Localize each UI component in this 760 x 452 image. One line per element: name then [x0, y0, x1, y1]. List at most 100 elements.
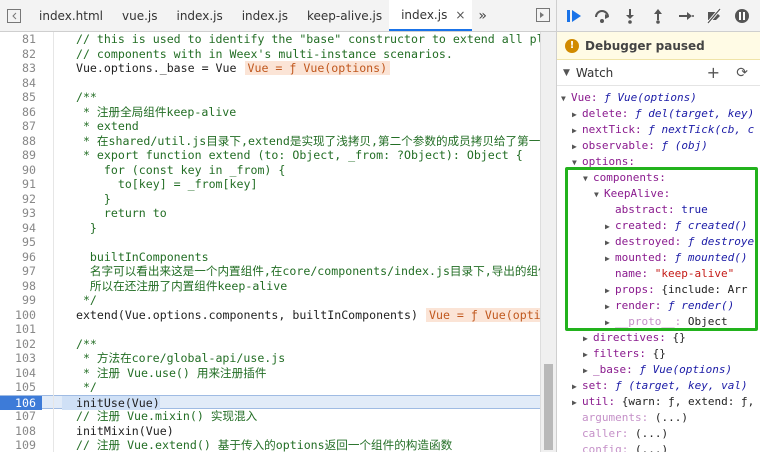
watch-tree-row[interactable]: ▶ _base: ƒ Vue(options) — [557, 362, 760, 378]
file-tab[interactable]: keep-alive.js — [295, 0, 389, 31]
collapsed-arrow-icon[interactable]: ▶ — [605, 299, 615, 315]
line-number[interactable]: 87 — [0, 119, 42, 134]
code-editor[interactable]: 81 // this is used to identify the "base… — [0, 32, 540, 452]
watch-tree-row[interactable]: ▶ created: ƒ created() — [557, 218, 760, 234]
watch-label: Watch — [575, 65, 614, 80]
code-line: 96 builtInComponents — [0, 250, 540, 265]
code-line: 94 } — [0, 221, 540, 236]
line-number[interactable]: 101 — [0, 322, 42, 337]
line-number[interactable]: 81 — [0, 32, 42, 47]
toggle-navigator-button[interactable] — [0, 0, 27, 31]
collapsed-arrow-icon[interactable]: ▶ — [572, 107, 582, 123]
toggle-debugger-icon[interactable] — [536, 8, 550, 22]
deactivate-breakpoints-button[interactable] — [705, 7, 723, 25]
line-number[interactable]: 93 — [0, 206, 42, 221]
line-number[interactable]: 99 — [0, 293, 42, 308]
line-number[interactable]: 89 — [0, 148, 42, 163]
line-number[interactable]: 103 — [0, 351, 42, 366]
refresh-watch-button[interactable]: ⟳ — [736, 65, 748, 81]
property-value: {warn: ƒ, extend: ƒ, — [621, 395, 755, 408]
file-tab[interactable]: index.html — [27, 0, 110, 31]
watch-tree-row[interactable]: arguments: (...) — [557, 410, 760, 426]
line-number[interactable]: 107 — [0, 409, 42, 424]
step-into-button[interactable] — [621, 7, 639, 25]
expanded-arrow-icon[interactable]: ▼ — [572, 155, 582, 171]
watch-tree-row[interactable]: ▶ nextTick: ƒ nextTick(cb, c — [557, 122, 760, 138]
file-tab[interactable]: index.js — [164, 0, 229, 31]
watch-section-header[interactable]: ▼ Watch + ⟳ — [557, 60, 760, 86]
watch-tree-row[interactable]: ▶ util: {warn: ƒ, extend: ƒ, — [557, 394, 760, 410]
watch-tree-row[interactable]: ▼ Vue: ƒ Vue(options) — [557, 90, 760, 106]
editor-scrollbar[interactable] — [540, 32, 556, 452]
collapsed-arrow-icon[interactable]: ▶ — [583, 347, 593, 363]
close-tab-icon[interactable]: × — [455, 8, 465, 22]
expanded-arrow-icon[interactable]: ▼ — [594, 187, 604, 203]
file-tab[interactable]: index.js × — [389, 0, 473, 31]
resume-button[interactable] — [565, 7, 583, 25]
watch-tree-row[interactable]: abstract: true — [557, 202, 760, 218]
line-number[interactable]: 84 — [0, 76, 42, 91]
line-number[interactable]: 83 — [0, 61, 42, 76]
collapsed-arrow-icon[interactable]: ▶ — [572, 123, 582, 139]
watch-tree-row[interactable]: ▼ options: — [557, 154, 760, 170]
watch-tree-row[interactable]: ▶ directives: {} — [557, 330, 760, 346]
file-tab[interactable]: vue.js — [110, 0, 165, 31]
line-number[interactable]: 86 — [0, 105, 42, 120]
line-number[interactable]: 100 — [0, 308, 42, 323]
code-line: 93 return to — [0, 206, 540, 221]
watch-tree-row[interactable]: ▶ destroyed: ƒ destroye — [557, 234, 760, 250]
collapsed-arrow-icon[interactable]: ▶ — [605, 315, 615, 331]
line-number[interactable]: 85 — [0, 90, 42, 105]
watch-tree-row[interactable]: ▶ __proto__: Object — [557, 314, 760, 330]
line-number[interactable]: 96 — [0, 250, 42, 265]
line-number[interactable]: 102 — [0, 337, 42, 352]
line-number[interactable]: 91 — [0, 177, 42, 192]
step-over-button[interactable] — [593, 7, 611, 25]
watch-tree-row[interactable]: ▶ render: ƒ render() — [557, 298, 760, 314]
watch-tree-row[interactable]: ▶ mounted: ƒ mounted() — [557, 250, 760, 266]
line-number[interactable]: 98 — [0, 279, 42, 294]
expanded-arrow-icon[interactable]: ▼ — [583, 171, 593, 187]
watch-tree-row[interactable]: ▶ observable: ƒ (obj) — [557, 138, 760, 154]
line-number[interactable]: 92 — [0, 192, 42, 207]
line-number[interactable]: 104 — [0, 366, 42, 381]
line-number[interactable]: 106 — [0, 395, 42, 410]
line-number[interactable]: 82 — [0, 47, 42, 62]
line-number[interactable]: 94 — [0, 221, 42, 236]
watch-tree-row[interactable]: caller: (...) — [557, 426, 760, 442]
line-number[interactable]: 109 — [0, 438, 42, 452]
line-number[interactable]: 105 — [0, 380, 42, 395]
watch-tree-row[interactable]: ▶ delete: ƒ del(target, key) — [557, 106, 760, 122]
line-number[interactable]: 97 — [0, 264, 42, 279]
collapsed-arrow-icon[interactable]: ▶ — [605, 283, 615, 299]
collapsed-arrow-icon[interactable]: ▶ — [605, 251, 615, 267]
line-number[interactable]: 90 — [0, 163, 42, 178]
watch-tree-row[interactable]: ▶ props: {include: Arr — [557, 282, 760, 298]
more-tabs-button[interactable]: » — [472, 0, 487, 31]
file-tab[interactable]: index.js — [230, 0, 295, 31]
watch-tree-row[interactable]: name: "keep-alive" — [557, 266, 760, 282]
watch-tree-row[interactable]: ▼ components: — [557, 170, 760, 186]
collapsed-arrow-icon[interactable]: ▶ — [605, 235, 615, 251]
collapsed-arrow-icon[interactable]: ▶ — [572, 139, 582, 155]
line-number[interactable]: 88 — [0, 134, 42, 149]
expanded-arrow-icon[interactable]: ▼ — [561, 91, 571, 107]
add-watch-button[interactable]: + — [707, 63, 720, 82]
watch-tree-row[interactable]: config: (...) — [557, 442, 760, 452]
step-out-button[interactable] — [649, 7, 667, 25]
scrollbar-thumb[interactable] — [544, 364, 553, 450]
collapsed-arrow-icon[interactable]: ▶ — [572, 395, 582, 411]
watch-tree-row[interactable]: ▼ KeepAlive: — [557, 186, 760, 202]
line-number[interactable]: 108 — [0, 424, 42, 439]
pause-on-exceptions-button[interactable] — [733, 7, 751, 25]
watch-tree-row[interactable]: ▶ set: ƒ (target, key, val) — [557, 378, 760, 394]
step-button[interactable] — [677, 7, 695, 25]
watch-tree-row[interactable]: ▶ filters: {} — [557, 346, 760, 362]
line-number[interactable]: 95 — [0, 235, 42, 250]
collapsed-arrow-icon[interactable]: ▶ — [572, 379, 582, 395]
property-key: options: — [582, 155, 635, 168]
property-value: ƒ del(target, key) — [634, 107, 755, 120]
collapsed-arrow-icon[interactable]: ▶ — [583, 363, 593, 379]
collapsed-arrow-icon[interactable]: ▶ — [583, 331, 593, 347]
collapsed-arrow-icon[interactable]: ▶ — [605, 219, 615, 235]
